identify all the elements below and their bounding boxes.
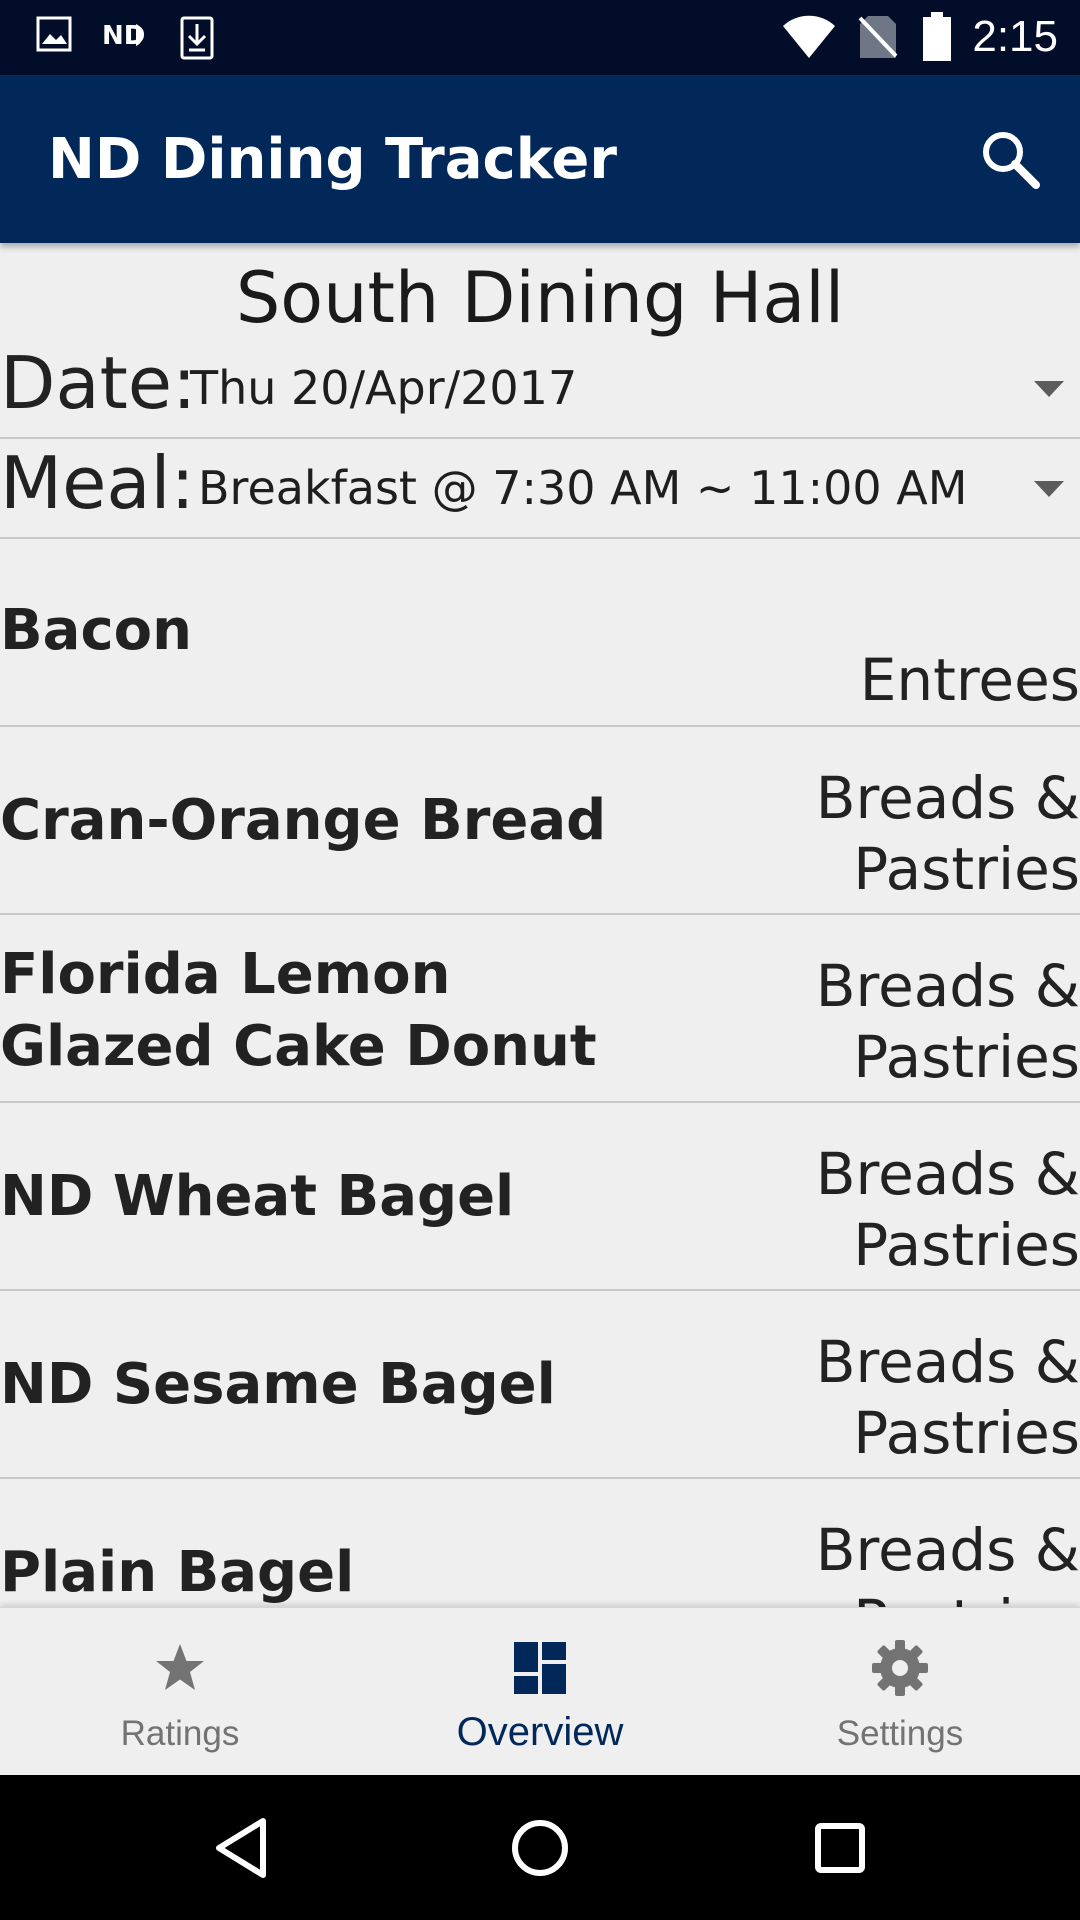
nav-tab-overview[interactable]: Overview <box>360 1608 720 1776</box>
menu-item-name: ND Sesame Bagel <box>0 1352 556 1417</box>
system-nav-bar <box>0 1775 1080 1920</box>
meal-picker[interactable]: Meal: Breakfast @ 7:30 AM ~ 11:00 AM <box>0 439 1080 539</box>
search-icon <box>983 132 1040 189</box>
menu-item-category: Breads & Pastries <box>815 764 1080 903</box>
no-sim-icon <box>858 16 898 58</box>
content: South Dining Hall Date: Thu 20/Apr/2017 … <box>0 243 1080 1607</box>
wifi-icon <box>783 15 835 58</box>
nd-logo-icon: ND <box>102 21 145 51</box>
menu-item[interactable]: ND Wheat Bagel Breads & Pastries <box>0 1103 1080 1291</box>
menu-item-name: Florida Lemon Glazed Cake Donut <box>0 942 597 1079</box>
menu-item-category: Breads & Pastries <box>815 952 1080 1091</box>
download-icon <box>180 16 214 60</box>
gear-icon <box>872 1640 928 1696</box>
nav-label-overview: Overview <box>456 1710 624 1754</box>
status-time: 2:15 <box>972 12 1058 61</box>
menu-item-category: Breads & Pastries <box>815 1328 1080 1467</box>
app-title: ND Dining Tracker <box>48 127 618 192</box>
star-icon <box>156 1644 204 1690</box>
image-icon <box>36 16 72 52</box>
menu-list: Bacon Entrees Cran-Orange Bread Breads &… <box>0 539 1080 1607</box>
nav-tab-settings[interactable]: Settings <box>720 1608 1080 1776</box>
menu-item-name: Cran-Orange Bread <box>0 788 607 853</box>
recents-icon[interactable] <box>805 1813 875 1883</box>
menu-item-name: Plain Bagel <box>0 1540 355 1605</box>
menu-item-category: Entrees <box>859 646 1080 714</box>
menu-item[interactable]: ND Sesame Bagel Breads & Pastries <box>0 1291 1080 1479</box>
menu-item-category: Breads & Pastries <box>815 1516 1080 1607</box>
menu-item-name: ND Wheat Bagel <box>0 1164 515 1229</box>
menu-item-name: Bacon <box>0 598 193 663</box>
meal-value: Breakfast @ 7:30 AM ~ 11:00 AM <box>198 461 968 515</box>
menu-item[interactable]: Florida Lemon Glazed Cake Donut Breads &… <box>0 915 1080 1103</box>
nav-label-settings: Settings <box>836 1714 964 1753</box>
status-bar: ND 2:15 <box>0 0 1080 75</box>
menu-item[interactable]: Cran-Orange Bread Breads & Pastries <box>0 727 1080 915</box>
menu-item-category: Breads & Pastries <box>815 1140 1080 1279</box>
menu-item[interactable]: Bacon Entrees <box>0 539 1080 727</box>
back-icon[interactable] <box>205 1813 275 1883</box>
dining-hall-title: South Dining Hall <box>235 257 845 339</box>
dashboard-icon <box>514 1642 566 1694</box>
battery-icon <box>923 12 951 61</box>
dropdown-arrow-icon <box>1034 481 1064 497</box>
date-picker[interactable]: Date: Thu 20/Apr/2017 <box>0 339 1080 439</box>
nav-label-ratings: Ratings <box>120 1714 240 1753</box>
nav-tab-ratings[interactable]: Ratings <box>0 1608 360 1776</box>
home-icon[interactable] <box>505 1813 575 1883</box>
dropdown-arrow-icon <box>1034 381 1064 397</box>
meal-label: Meal: <box>0 441 195 525</box>
search-button[interactable] <box>976 125 1044 193</box>
date-label: Date: <box>0 341 197 425</box>
date-value: Thu 20/Apr/2017 <box>190 361 578 415</box>
bottom-navigation: Ratings Overview Settings <box>0 1607 1080 1775</box>
app-bar: ND Dining Tracker <box>0 75 1080 243</box>
menu-item[interactable]: Plain Bagel Breads & Pastries <box>0 1479 1080 1607</box>
